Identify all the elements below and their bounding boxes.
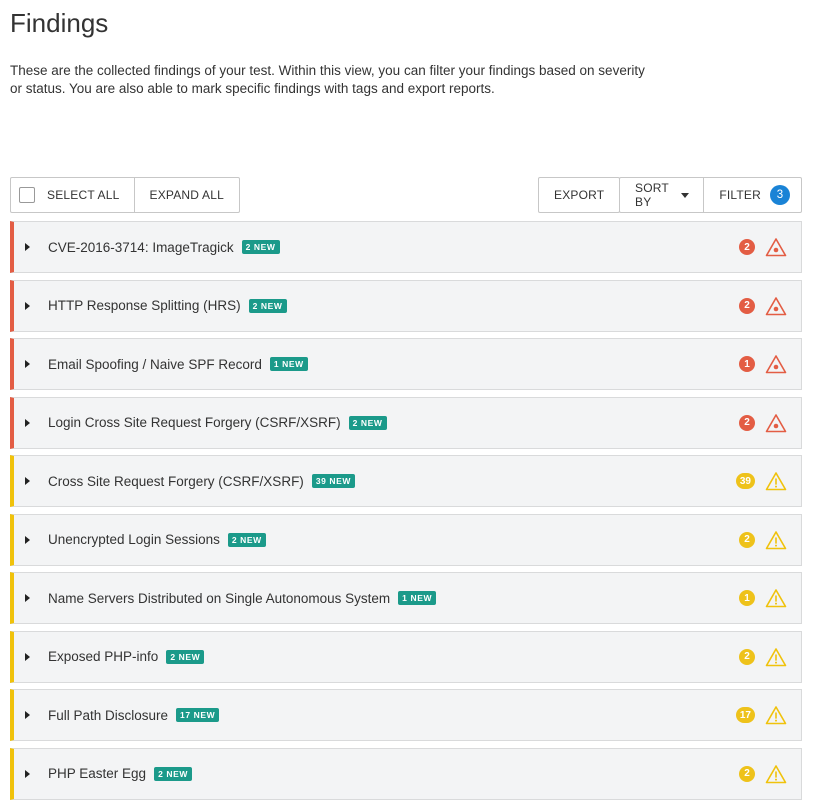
expand-caret-icon[interactable] — [25, 535, 30, 544]
warning-triangle-icon — [765, 530, 787, 549]
finding-title: Exposed PHP-info — [48, 649, 159, 664]
sort-filter-button-group: SORT BY FILTER 3 — [619, 177, 802, 213]
finding-severity-indicator: 2 — [739, 222, 787, 272]
finding-title: PHP Easter Egg — [48, 766, 147, 781]
finding-count-badge: 39 — [735, 473, 755, 489]
filter-button[interactable]: FILTER 3 — [704, 178, 801, 212]
finding-title: Full Path Disclosure — [48, 707, 169, 723]
sort-by-button[interactable]: SORT BY — [620, 178, 705, 212]
new-count-badge: 1 NEW — [269, 357, 308, 371]
alert-triangle-icon — [765, 413, 787, 432]
new-count-badge: 2 NEW — [227, 532, 266, 547]
findings-toolbar: SELECT ALL EXPAND ALL EXPORT SORT BY FIL… — [10, 177, 802, 213]
finding-count-badge: 2 — [739, 297, 755, 314]
expand-caret-icon[interactable] — [25, 594, 30, 602]
alert-triangle-icon — [765, 355, 787, 374]
select-all-button[interactable]: SELECT ALL — [11, 178, 135, 212]
finding-severity-indicator: 39 — [735, 456, 787, 506]
finding-count-badge: 2 — [739, 414, 755, 431]
new-count-badge: 2 NEW — [348, 415, 387, 430]
warning-triangle-icon — [765, 706, 787, 725]
finding-title: Unencrypted Login Sessions — [48, 532, 220, 547]
warning-triangle-icon — [765, 764, 787, 783]
finding-count-badge: 1 — [739, 590, 755, 606]
filter-count-badge: 3 — [770, 185, 790, 205]
finding-count-badge: 1 — [739, 356, 755, 372]
finding-severity-indicator: 1 — [739, 573, 787, 623]
finding-row[interactable]: CVE-2016-3714: ImageTragick 2 NEW 2 — [10, 221, 802, 273]
new-count-badge: 2 NEW — [248, 298, 287, 313]
finding-severity-indicator: 2 — [739, 632, 787, 682]
warning-triangle-icon — [765, 472, 787, 491]
new-count-badge: 2 NEW — [241, 240, 280, 254]
finding-count-badge: 2 — [739, 648, 755, 665]
finding-title: HTTP Response Splitting (HRS) — [48, 298, 241, 313]
finding-row[interactable]: Email Spoofing / Naive SPF Record 1 NEW 1 — [10, 338, 802, 390]
finding-row[interactable]: Unencrypted Login Sessions 2 NEW 2 — [10, 513, 802, 566]
alert-triangle-icon — [765, 238, 787, 257]
export-button-group: EXPORT — [538, 177, 621, 213]
finding-row[interactable]: Cross Site Request Forgery (CSRF/XSRF) 39… — [10, 455, 802, 507]
expand-caret-icon[interactable] — [25, 769, 30, 778]
finding-severity-indicator: 2 — [739, 398, 787, 448]
expand-all-button[interactable]: EXPAND ALL — [135, 178, 239, 212]
new-count-badge: 1 NEW — [398, 591, 437, 605]
expand-caret-icon[interactable] — [25, 243, 30, 251]
finding-count-badge: 2 — [739, 531, 755, 548]
finding-title: Name Servers Distributed on Single Auton… — [48, 590, 391, 606]
finding-count-badge: 2 — [739, 239, 755, 255]
finding-row[interactable]: PHP Easter Egg 2 NEW 2 — [10, 747, 802, 800]
finding-row[interactable]: Full Path Disclosure 17 NEW 17 — [10, 689, 802, 741]
expand-caret-icon[interactable] — [25, 360, 30, 368]
finding-title: Cross Site Request Forgery (CSRF/XSRF) — [48, 473, 304, 489]
expand-caret-icon[interactable] — [25, 301, 30, 310]
finding-row[interactable]: Name Servers Distributed on Single Auton… — [10, 572, 802, 624]
expand-caret-icon[interactable] — [25, 711, 30, 719]
page-title: Findings — [10, 8, 109, 38]
finding-count-badge: 17 — [735, 707, 755, 723]
finding-row[interactable]: Login Cross Site Request Forgery (CSRF/X… — [10, 396, 802, 449]
finding-title: CVE-2016-3714: ImageTragick — [48, 239, 234, 255]
chevron-down-icon — [681, 192, 690, 198]
page-description: These are the collected findings of your… — [10, 63, 645, 96]
new-count-badge: 2 NEW — [154, 766, 192, 781]
finding-count-badge: 2 — [739, 765, 755, 782]
warning-triangle-icon — [765, 647, 787, 666]
select-all-checkbox[interactable] — [19, 187, 35, 203]
finding-row[interactable]: HTTP Response Splitting (HRS) 2 NEW 2 — [10, 279, 802, 332]
finding-row[interactable]: Exposed PHP-info 2 NEW 2 — [10, 630, 802, 683]
new-count-badge: 39 NEW — [311, 474, 356, 488]
finding-severity-indicator: 1 — [739, 339, 787, 389]
findings-list: CVE-2016-3714: ImageTragick 2 NEW 2 HTTP Re… — [10, 221, 802, 806]
select-all-label: SELECT ALL — [47, 188, 120, 202]
warning-triangle-icon — [765, 589, 787, 608]
alert-triangle-icon — [765, 296, 787, 315]
finding-severity-indicator: 2 — [739, 749, 787, 799]
finding-title: Email Spoofing / Naive SPF Record — [48, 356, 262, 372]
expand-caret-icon[interactable] — [25, 652, 30, 661]
new-count-badge: 17 NEW — [176, 708, 220, 722]
expand-caret-icon[interactable] — [25, 477, 30, 485]
sort-by-label: SORT BY — [635, 181, 669, 209]
filter-label: FILTER — [719, 188, 761, 202]
finding-severity-indicator: 17 — [735, 690, 787, 740]
finding-severity-indicator: 2 — [739, 515, 787, 565]
finding-title: Login Cross Site Request Forgery (CSRF/X… — [48, 415, 341, 430]
finding-severity-indicator: 2 — [739, 281, 787, 331]
selection-button-group: SELECT ALL EXPAND ALL — [10, 177, 240, 213]
export-button[interactable]: EXPORT — [539, 178, 619, 212]
expand-caret-icon[interactable] — [25, 418, 30, 427]
new-count-badge: 2 NEW — [166, 649, 205, 664]
